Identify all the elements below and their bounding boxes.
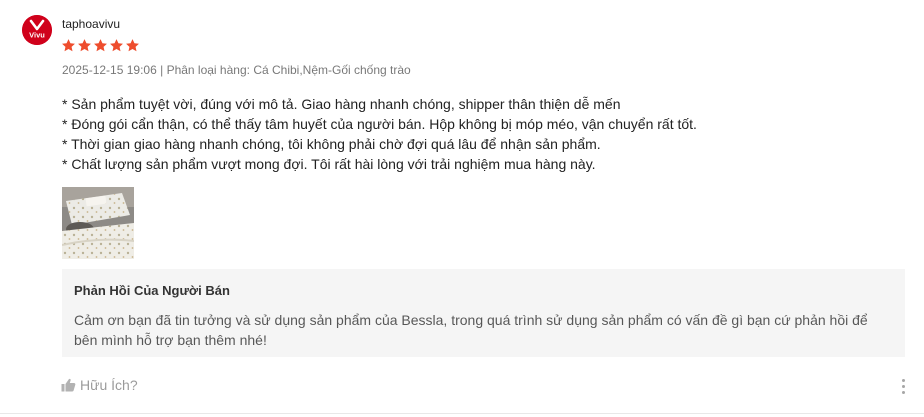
avatar[interactable]: Vivu: [22, 15, 52, 45]
review-media-thumbnail[interactable]: [62, 187, 134, 259]
more-options-button[interactable]: [898, 377, 908, 395]
variation-value: Cá Chibi,Nệm-Gối chống trào: [253, 63, 411, 77]
review-line: * Đóng gói cẩn thận, có thể thấy tâm huy…: [62, 116, 697, 132]
review-content: * Sản phẩm tuyệt vời, đúng với mô tả. Gi…: [62, 94, 697, 174]
star-icon: [62, 39, 75, 52]
review-line: * Chất lượng sản phẩm vượt mong đợi. Tôi…: [62, 156, 596, 172]
review-meta: 2025-12-15 19:06 | Phân loại hàng: Cá Ch…: [62, 63, 411, 77]
divider: [0, 413, 924, 414]
variation-label: Phân loại hàng:: [166, 63, 250, 77]
star-icon: [94, 39, 107, 52]
star-icon: [110, 39, 123, 52]
helpful-label: Hữu Ích?: [80, 377, 138, 393]
shop-logo-icon: Vivu: [22, 15, 52, 45]
thumbs-up-icon: [61, 378, 76, 392]
more-vertical-icon: [901, 378, 905, 382]
review-line: * Thời gian giao hàng nhanh chóng, tôi k…: [62, 136, 601, 152]
reviewer-username[interactable]: taphoavivu: [62, 17, 120, 31]
rating-stars: [61, 38, 140, 53]
helpful-button[interactable]: Hữu Ích?: [61, 377, 138, 393]
review-line: * Sản phẩm tuyệt vời, đúng với mô tả. Gi…: [62, 96, 621, 112]
star-icon: [78, 39, 91, 52]
seller-reply: Phản Hồi Của Người Bán Cảm ơn bạn đã tin…: [62, 269, 905, 357]
product-photo-image: [62, 187, 134, 259]
review-datetime: 2025-12-15 19:06: [62, 63, 157, 77]
star-icon: [126, 39, 139, 52]
meta-separator: |: [160, 63, 164, 77]
avatar-logo-text: Vivu: [29, 31, 45, 40]
seller-reply-text: Cảm ơn bạn đã tin tưởng và sử dụng sản p…: [74, 312, 868, 348]
seller-reply-title: Phản Hồi Của Người Bán: [74, 283, 230, 298]
